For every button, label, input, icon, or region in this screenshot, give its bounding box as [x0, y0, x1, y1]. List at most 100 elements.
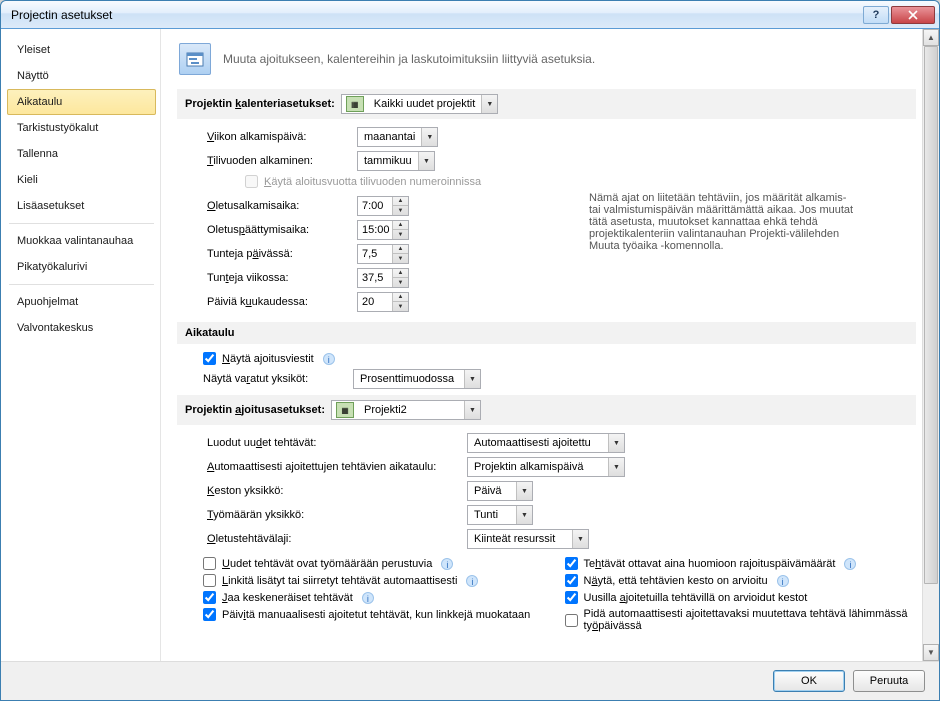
- sidebar-item-ribbon[interactable]: Muokkaa valintanauhaa: [7, 228, 156, 254]
- task-type-combo[interactable]: Kiinteät resurssit▼: [467, 529, 589, 549]
- section-title: Projektin kalenteriasetukset:: [185, 98, 335, 110]
- def-start-spinner[interactable]: 7:00▲▼: [357, 196, 409, 216]
- sidebar-item-label: Näyttö: [17, 70, 49, 82]
- checkbox[interactable]: [565, 591, 578, 604]
- label: Päiviä kuukaudessa:: [207, 296, 357, 308]
- hrs-week-spinner[interactable]: 37,5▲▼: [357, 268, 409, 288]
- label: Oletustehtävälaji:: [207, 533, 467, 545]
- spin-up-icon[interactable]: ▲: [393, 245, 408, 254]
- calendar-scope-combo[interactable]: ▦ Kaikki uudet projektit ▼: [341, 94, 499, 114]
- checkbox[interactable]: [203, 608, 216, 621]
- days-month-spinner[interactable]: 20▲▼: [357, 292, 409, 312]
- chk-honor-constraints: Tehtävät ottavat aina huomioon rajoitusp…: [565, 557, 917, 570]
- dialog-footer: OK Peruuta: [1, 661, 939, 700]
- label: Käytä aloitusvuotta tilivuoden numeroinn…: [264, 176, 481, 188]
- fy-start-combo[interactable]: tammikuu ▼: [357, 151, 435, 171]
- spin-down-icon[interactable]: ▼: [393, 278, 408, 287]
- checkbox[interactable]: [203, 591, 216, 604]
- info-icon[interactable]: i: [466, 575, 478, 587]
- scroll-down-icon[interactable]: ▼: [923, 644, 939, 661]
- chevron-down-icon: ▼: [418, 152, 434, 170]
- hrs-day-spinner[interactable]: 7,5▲▼: [357, 244, 409, 264]
- window-title: Projectin asetukset: [11, 8, 863, 22]
- row-auto-sched: Automaattisesti ajoitettujen tehtävien a…: [207, 457, 916, 477]
- row-days-month: Päiviä kuukaudessa: 20▲▼: [207, 292, 549, 312]
- row-show-msg: Näytä ajoitusviestit i: [203, 352, 916, 365]
- checkbox[interactable]: [565, 557, 578, 570]
- auto-sched-combo[interactable]: Projektin alkamispäivä▼: [467, 457, 625, 477]
- label: Uusilla ajoitetuilla tehtävillä on arvio…: [584, 592, 808, 604]
- spin-down-icon[interactable]: ▼: [393, 302, 408, 311]
- project-icon: ▦: [336, 402, 354, 418]
- spin-down-icon[interactable]: ▼: [393, 230, 408, 239]
- assigned-units-combo[interactable]: Prosenttimuodossa ▼: [353, 369, 481, 389]
- chevron-down-icon: ▼: [464, 401, 480, 419]
- sidebar-item-aikataulu[interactable]: Aikataulu: [7, 89, 156, 115]
- vertical-scrollbar[interactable]: ▲ ▼: [922, 29, 939, 661]
- sidebar-item-quickbar[interactable]: Pikatyökalurivi: [7, 254, 156, 280]
- def-end-spinner[interactable]: 15:00▲▼: [357, 220, 409, 240]
- checkbox-columns: Uudet tehtävät ovat työmäärään perustuvi…: [203, 553, 916, 636]
- row-def-end: Oletuspäättymisaika: 15:00▲▼: [207, 220, 549, 240]
- info-icon[interactable]: i: [362, 592, 374, 604]
- sidebar-item-naytto[interactable]: Näyttö: [7, 63, 156, 89]
- label: Tunteja viikossa:: [207, 272, 357, 284]
- scroll-up-icon[interactable]: ▲: [923, 29, 939, 46]
- ok-button[interactable]: OK: [773, 670, 845, 692]
- sidebar-item-addins[interactable]: Apuohjelmat: [7, 289, 156, 315]
- time-defaults-note: Nämä ajat on liitetään tehtäviin, jos mä…: [549, 192, 859, 252]
- spin-down-icon[interactable]: ▼: [393, 254, 408, 263]
- label: Työmäärän yksikkö:: [207, 509, 467, 521]
- info-icon[interactable]: i: [844, 558, 856, 570]
- row-fy-start: Tilivuoden alkaminen: tammikuu ▼: [207, 151, 916, 171]
- close-button[interactable]: [891, 6, 935, 24]
- show-msg-checkbox[interactable]: [203, 352, 216, 365]
- spin-down-icon[interactable]: ▼: [393, 206, 408, 215]
- cancel-button[interactable]: Peruuta: [853, 670, 925, 692]
- sidebar-item-trust[interactable]: Valvontakeskus: [7, 315, 156, 341]
- spin-up-icon[interactable]: ▲: [393, 197, 408, 206]
- spin-up-icon[interactable]: ▲: [393, 293, 408, 302]
- row-hrs-week: Tunteja viikossa: 37,5▲▼: [207, 268, 549, 288]
- info-icon[interactable]: i: [777, 575, 789, 587]
- sidebar-item-lisa[interactable]: Lisäasetukset: [7, 193, 156, 219]
- label: Automaattisesti ajoitettujen tehtävien a…: [207, 461, 467, 473]
- info-icon[interactable]: i: [323, 353, 335, 365]
- section-title: Aikataulu: [185, 327, 235, 339]
- scroll-thumb[interactable]: [924, 46, 938, 584]
- sidebar-item-tallenna[interactable]: Tallenna: [7, 141, 156, 167]
- checkbox[interactable]: [565, 574, 578, 587]
- label: Näytä, että tehtävien kesto on arvioitu: [584, 575, 768, 587]
- scroll-track[interactable]: [923, 46, 939, 644]
- spin-value: 15:00: [358, 224, 392, 236]
- info-icon[interactable]: i: [441, 558, 453, 570]
- chevron-down-iconot-icon: ▼: [516, 482, 532, 500]
- checkbox[interactable]: [203, 557, 216, 570]
- sched-scope-combo[interactable]: ▦ Projekti2 ▼: [331, 400, 481, 420]
- dur-unit-combo[interactable]: Päivä▼: [467, 481, 533, 501]
- work-unit-combo[interactable]: Tunti▼: [467, 505, 533, 525]
- new-tasks-combo[interactable]: Automaattisesti ajoitettu▼: [467, 433, 625, 453]
- spin-up-icon[interactable]: ▲: [393, 269, 408, 278]
- checkbox[interactable]: [203, 574, 216, 587]
- spin-up-icon[interactable]: ▲: [393, 221, 408, 230]
- spin-value: 20: [358, 296, 392, 308]
- chevron-down-icon: ▼: [572, 530, 588, 548]
- combo-value: Projekti2: [358, 404, 464, 416]
- sidebar-item-kieli[interactable]: Kieli: [7, 167, 156, 193]
- sidebar-separator: [9, 284, 154, 285]
- content: Muuta ajoitukseen, kalentereihin ja lask…: [161, 29, 922, 661]
- titlebar-buttons: ?: [863, 6, 935, 24]
- combo-value: Prosenttimuodossa: [354, 373, 464, 385]
- combo-value: tammikuu: [358, 155, 418, 167]
- sidebar-item-tarkistus[interactable]: Tarkistustyökalut: [7, 115, 156, 141]
- use-fiscal-checkbox: [245, 175, 258, 188]
- chevron-down-icon: ▼: [608, 434, 624, 452]
- titlebar: Projectin asetukset ?: [1, 1, 939, 29]
- label: Keston yksikkö:: [207, 485, 467, 497]
- combo-value: Kaikki uudet projektit: [368, 98, 482, 110]
- sidebar-item-yleiset[interactable]: Yleiset: [7, 37, 156, 63]
- checkbox[interactable]: [565, 614, 578, 627]
- week-start-combo[interactable]: maanantai ▼: [357, 127, 438, 147]
- help-button[interactable]: ?: [863, 6, 889, 24]
